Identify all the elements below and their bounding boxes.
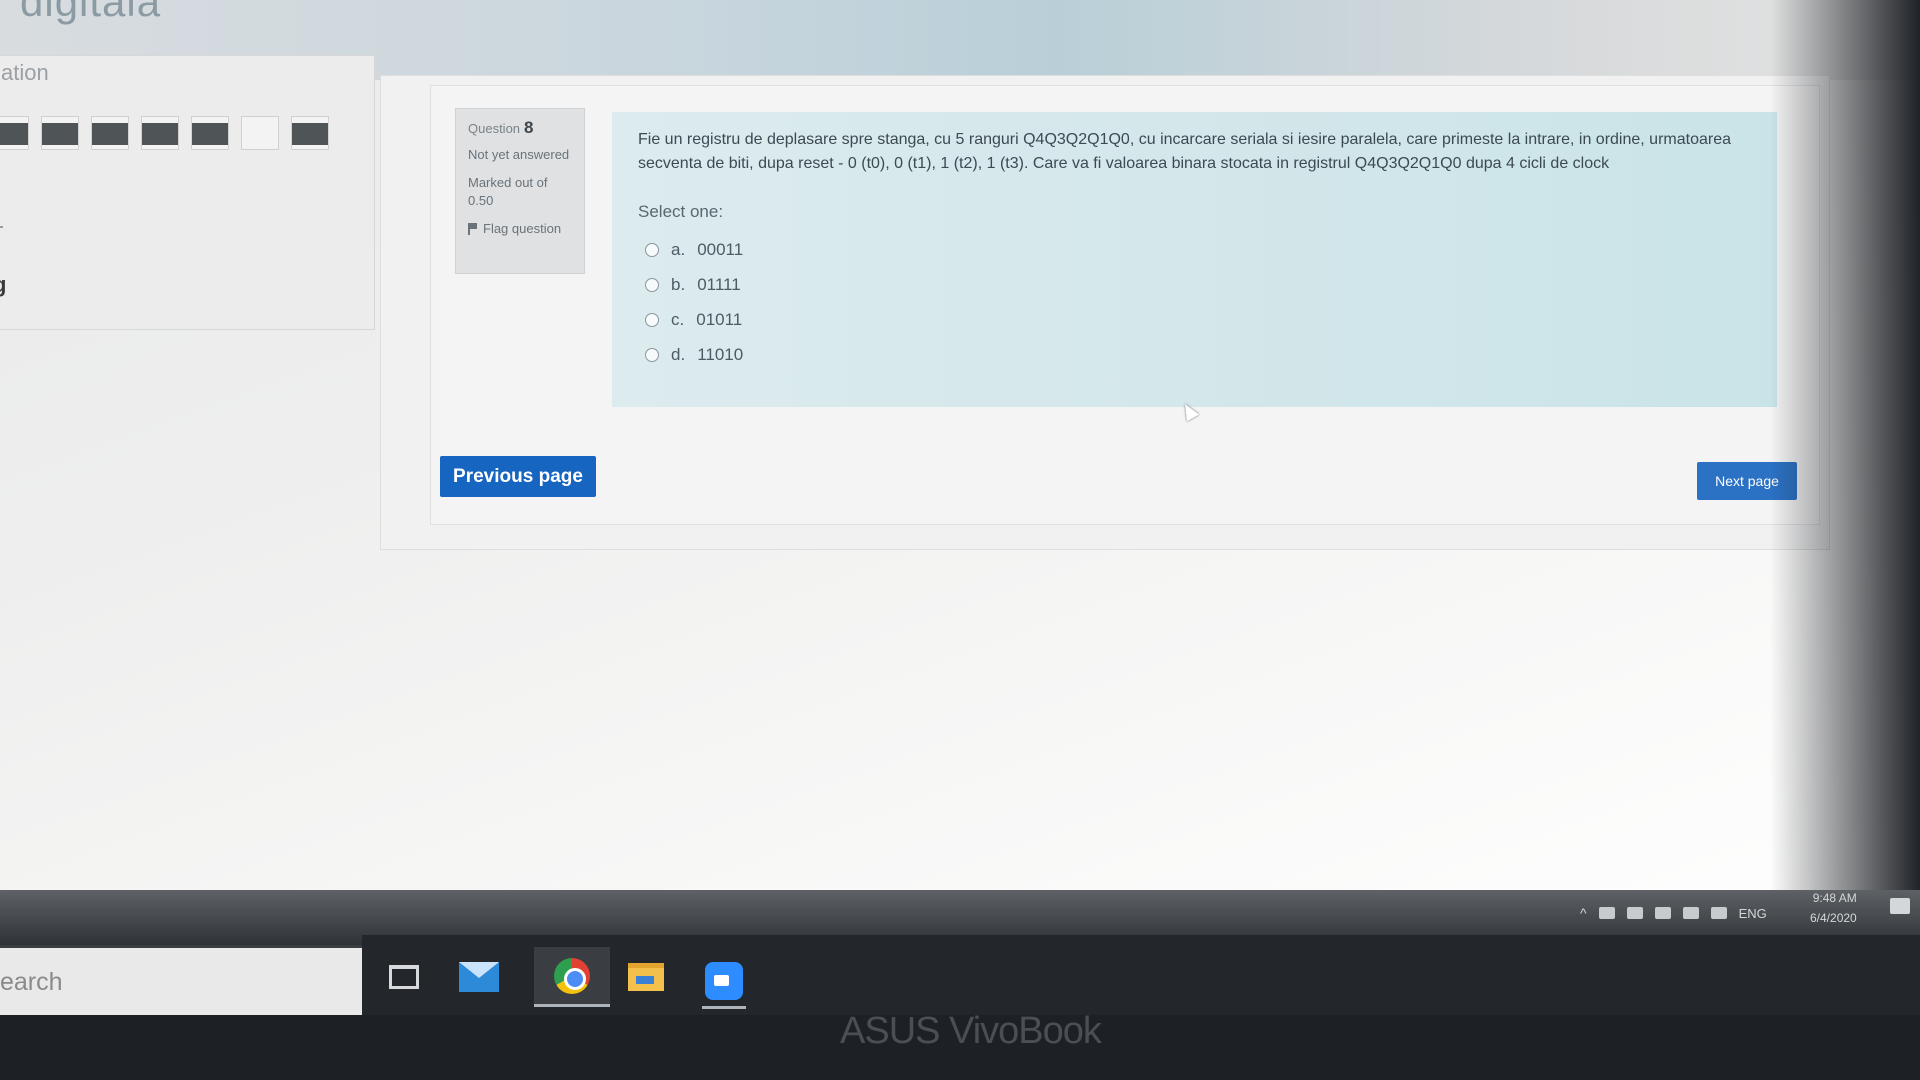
clock-date: 6/4/2020 xyxy=(1810,911,1857,925)
quiz-navigation-block: ation g xyxy=(0,55,375,330)
flag-question-label: Flag question xyxy=(483,221,562,236)
option-value: 00011 xyxy=(697,239,744,259)
option-value: 01111 xyxy=(697,274,741,294)
question-grade: Marked out of 0.50 xyxy=(468,175,548,208)
task-view-icon[interactable] xyxy=(382,955,426,999)
radio-button[interactable] xyxy=(645,242,659,257)
quiz-nav-button[interactable] xyxy=(191,116,229,150)
quiz-nav-button-current[interactable] xyxy=(241,116,279,150)
quiz-nav-button[interactable] xyxy=(0,116,29,150)
option-letter: b. xyxy=(671,274,686,294)
quiz-nav-button[interactable] xyxy=(91,116,129,150)
search-placeholder: earch xyxy=(0,968,63,996)
course-title: digitala xyxy=(20,0,162,25)
select-one-prompt: Select one: xyxy=(638,202,724,221)
radio-button[interactable] xyxy=(645,347,659,362)
question-info-box: Question 8 Not yet answered Marked out of… xyxy=(455,108,585,274)
question-number-value: 8 xyxy=(524,118,534,137)
option-letter: c. xyxy=(671,309,685,329)
answer-option-c[interactable]: c. 01011 xyxy=(645,302,743,337)
file-explorer-icon[interactable] xyxy=(624,955,668,999)
quiz-nav-button[interactable] xyxy=(141,116,179,150)
radio-button[interactable] xyxy=(645,277,659,292)
network-icon[interactable] xyxy=(1598,907,1615,919)
taskbar-search-box[interactable]: earch xyxy=(0,945,362,1015)
answer-options: a. 00011 b. 01111 c. 01011 d. 11010 xyxy=(645,232,743,372)
quiz-nav-button[interactable] xyxy=(41,116,79,150)
quiz-nav-buttons xyxy=(0,116,329,150)
screen-edge-shadow xyxy=(1770,0,1920,935)
notification-icon[interactable] xyxy=(1890,898,1910,914)
quiz-navigation-title: ation xyxy=(1,60,49,85)
option-letter: a. xyxy=(671,239,686,259)
zoom-icon[interactable] xyxy=(702,955,746,1009)
microphone-icon[interactable] xyxy=(1654,907,1671,919)
onedrive-icon[interactable] xyxy=(1626,907,1643,919)
pen-icon[interactable] xyxy=(1710,907,1727,919)
option-value: 01011 xyxy=(696,309,743,329)
quiz-nav-button[interactable] xyxy=(291,116,329,150)
chrome-icon[interactable] xyxy=(534,947,610,1007)
question-number: Question 8 xyxy=(468,119,572,138)
divider xyxy=(0,226,3,228)
taskbar-clock[interactable]: 9:48 AM 6/4/2020 xyxy=(1810,888,1857,928)
answer-option-a[interactable]: a. 00011 xyxy=(645,232,743,267)
radio-button[interactable] xyxy=(645,312,659,327)
nav-label: g xyxy=(0,272,6,298)
option-value: 11010 xyxy=(697,344,744,364)
question-status: Not yet answered xyxy=(468,147,570,162)
answer-option-d[interactable]: d. 11010 xyxy=(645,337,743,372)
laptop-brand-logo: ASUS VivoBook xyxy=(840,1010,1102,1052)
question-label: Question xyxy=(468,121,521,136)
previous-page-button[interactable]: Previous page xyxy=(440,456,596,497)
chevron-up-icon[interactable]: ^ xyxy=(1580,905,1587,921)
option-letter: d. xyxy=(671,344,686,364)
clock-time: 9:48 AM xyxy=(1812,891,1857,905)
flag-question-link[interactable]: Flag question xyxy=(468,220,572,238)
system-tray: ^ ENG xyxy=(1580,905,1767,921)
taskbar xyxy=(362,935,1920,1025)
question-text: Fie un registru de deplasare spre stanga… xyxy=(638,131,1731,172)
mail-icon[interactable] xyxy=(457,955,501,999)
language-indicator[interactable]: ENG xyxy=(1739,906,1767,921)
volume-icon[interactable] xyxy=(1682,907,1699,919)
answer-option-b[interactable]: b. 01111 xyxy=(645,267,743,302)
flag-icon xyxy=(468,223,478,235)
browser-screen: digitala ation g Question8 Not yet answe… xyxy=(0,0,1920,935)
